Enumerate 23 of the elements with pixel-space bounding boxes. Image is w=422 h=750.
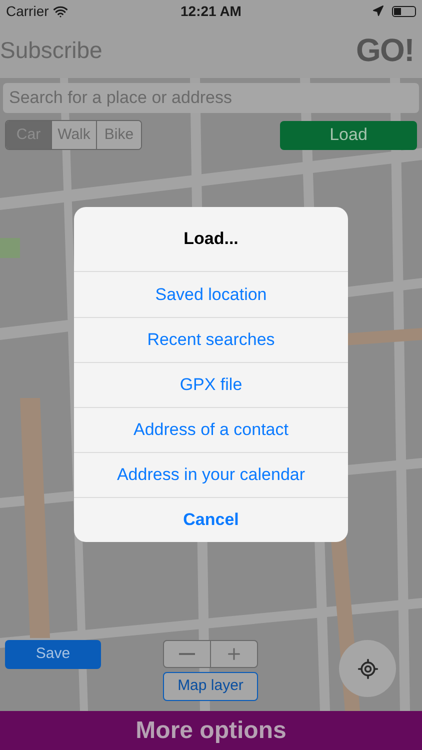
search-field[interactable]: Search for a place or address bbox=[3, 83, 419, 113]
wifi-icon bbox=[52, 4, 68, 18]
subscribe-link[interactable]: Subscribe bbox=[0, 32, 102, 68]
dialog-title: Load... bbox=[184, 228, 238, 250]
dialog-option[interactable]: Recent searches bbox=[74, 317, 348, 362]
location-arrow-icon bbox=[372, 5, 384, 17]
go-logo[interactable]: GO! bbox=[356, 26, 414, 74]
cancel-button[interactable]: Cancel bbox=[74, 497, 348, 542]
travel-mode-tab[interactable]: Bike bbox=[96, 121, 141, 149]
load-button[interactable]: Load bbox=[280, 120, 417, 150]
plus-icon bbox=[225, 645, 243, 663]
crosshair-icon bbox=[356, 658, 378, 680]
dialog-option[interactable]: Address of a contact bbox=[74, 407, 348, 452]
save-button[interactable]: Save bbox=[5, 640, 101, 669]
carrier-name: Carrier bbox=[6, 2, 49, 20]
dialog-option[interactable]: Address in your calendar bbox=[74, 452, 348, 497]
clock-time: 12:21 AM bbox=[180, 2, 242, 20]
dialog-option[interactable]: Saved location bbox=[74, 272, 348, 317]
dialog-option[interactable]: GPX file bbox=[74, 362, 348, 407]
battery-icon bbox=[392, 6, 416, 16]
map-layer-button[interactable]: Map layer bbox=[163, 672, 258, 701]
minus-icon bbox=[179, 653, 195, 655]
more-options-button[interactable]: More options bbox=[0, 711, 422, 750]
